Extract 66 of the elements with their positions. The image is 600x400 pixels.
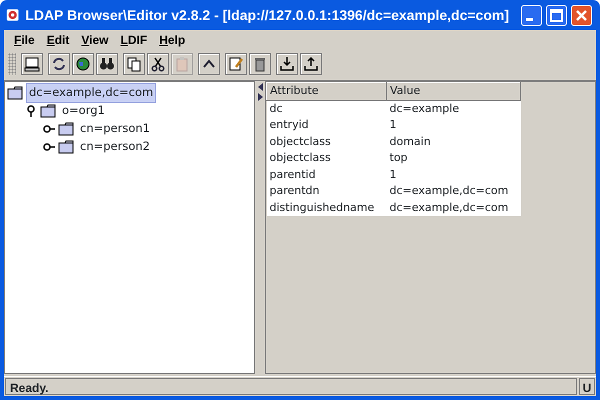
status-indicator: U xyxy=(579,378,595,395)
globe-icon xyxy=(75,56,91,72)
toolbar-button[interactable] xyxy=(147,53,169,75)
table-cell: 1 xyxy=(386,117,520,134)
collapse-left-icon xyxy=(258,83,262,91)
trash-icon xyxy=(252,56,268,72)
toolbar-button[interactable] xyxy=(249,53,271,75)
tree-node[interactable]: o=org1 xyxy=(59,101,108,121)
folder-icon xyxy=(40,103,56,119)
column-header[interactable]: Value xyxy=(386,82,520,100)
menu-item[interactable]: LDIF xyxy=(114,31,154,49)
toolbar-button[interactable] xyxy=(276,53,298,75)
toolbar-button[interactable] xyxy=(300,53,322,75)
close-button[interactable] xyxy=(571,4,592,26)
menu-item[interactable]: Edit xyxy=(40,31,76,49)
window-title: LDAP Browser\Editor v2.8.2 - [ldap://127.0.0.1:1396/dc=example,dc=com] xyxy=(25,6,509,25)
toolbar-button[interactable] xyxy=(198,53,220,75)
collapse-right-icon xyxy=(258,93,262,101)
table-cell: dc=example,dc=com xyxy=(386,200,520,216)
table-cell: top xyxy=(386,150,520,166)
column-header[interactable]: Attribute xyxy=(266,82,386,100)
table-cell: 1 xyxy=(386,166,520,183)
expand-handle-icon[interactable] xyxy=(43,141,55,153)
table-cell: dc xyxy=(266,100,386,117)
tree-node[interactable]: cn=person1 xyxy=(77,119,153,139)
scissors-icon xyxy=(150,56,166,72)
table-cell: dc=example xyxy=(386,100,520,117)
pencil-page-icon xyxy=(228,56,244,72)
maximize-button[interactable] xyxy=(546,4,567,26)
minimize-button[interactable] xyxy=(521,4,542,26)
menu-item[interactable]: View xyxy=(75,31,115,49)
clipboard-icon xyxy=(174,56,190,72)
expand-handle-icon[interactable] xyxy=(43,123,55,135)
toolbar-grip[interactable] xyxy=(8,53,16,75)
folder-icon xyxy=(58,121,74,137)
menu-item[interactable]: Help xyxy=(153,31,192,49)
toolbar-button[interactable] xyxy=(96,53,118,75)
toolbar-button[interactable] xyxy=(123,53,145,75)
tree-node[interactable]: dc=example,dc=com xyxy=(26,83,156,103)
arrows-icon xyxy=(51,56,67,72)
maximize-icon xyxy=(548,6,565,24)
tray-up-icon xyxy=(303,56,319,72)
toolbar-button[interactable] xyxy=(72,53,94,75)
folder-icon xyxy=(7,85,23,101)
copy-icon xyxy=(126,56,142,72)
monitor-icon xyxy=(24,56,40,72)
toolbar-button[interactable] xyxy=(48,53,70,75)
table-cell: distinguishedname xyxy=(266,200,386,216)
binoculars-icon xyxy=(99,56,115,72)
tray-down-icon xyxy=(279,56,295,72)
folder-icon xyxy=(58,139,74,155)
toolbar-button[interactable] xyxy=(21,53,43,75)
minimize-icon xyxy=(526,18,532,21)
table-cell: dc=example,dc=com xyxy=(386,183,520,200)
app-icon xyxy=(6,7,20,23)
table-cell: parentdn xyxy=(266,183,386,200)
table-cell: parentid xyxy=(266,166,386,183)
table-cell: objectclass xyxy=(266,150,386,166)
expand-handle-icon[interactable] xyxy=(25,105,37,117)
menu-item[interactable]: File xyxy=(8,31,41,49)
table-cell: entryid xyxy=(266,117,386,134)
table-cell: objectclass xyxy=(266,134,386,150)
table-cell: domain xyxy=(386,134,520,150)
toolbar-button[interactable] xyxy=(225,53,247,75)
tree-node[interactable]: cn=person2 xyxy=(77,137,153,157)
status-message: Ready. xyxy=(5,378,577,395)
